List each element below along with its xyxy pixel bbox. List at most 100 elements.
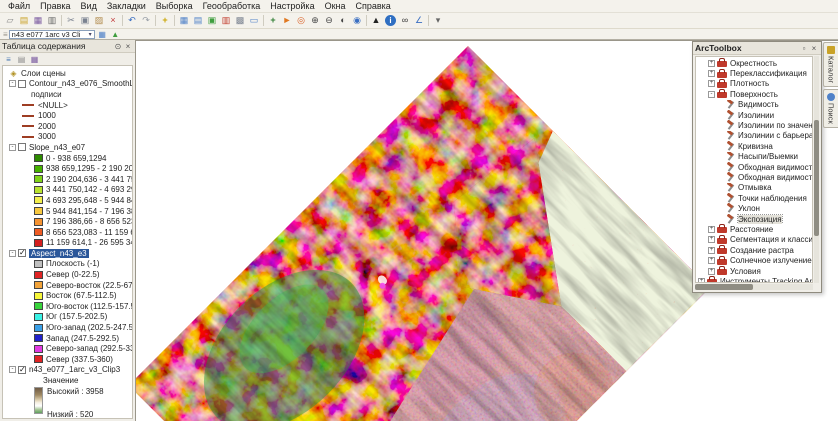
- collapse-icon[interactable]: -: [9, 366, 16, 373]
- atb-row-tool[interactable]: Кривизна: [696, 141, 812, 151]
- expand-icon[interactable]: +: [708, 247, 715, 254]
- identify-icon[interactable]: i: [385, 15, 396, 26]
- toc-row-aspect-class[interactable]: Восток (67.5-112.5): [3, 290, 132, 301]
- toc-row-contour-class[interactable]: 3000: [3, 132, 132, 143]
- atb-row-category[interactable]: -Поверхность: [696, 89, 812, 99]
- expand-icon[interactable]: +: [708, 268, 715, 275]
- color-chip[interactable]: [34, 186, 43, 194]
- menu-item-edit[interactable]: Правка: [35, 0, 75, 12]
- layer-checkbox[interactable]: [18, 80, 26, 88]
- layer-combo[interactable]: n43 e077 1arc v3 Cli ▾: [9, 30, 95, 39]
- toc-row-slope-class[interactable]: 7 196 386,66 - 8 656 523,082: [3, 216, 132, 227]
- modelbuilder-icon[interactable]: ▭: [247, 14, 261, 27]
- atb-row-tool[interactable]: Обходная видимость 2: [696, 172, 812, 182]
- catalog-window-icon[interactable]: ▤: [191, 14, 205, 27]
- atb-row-tool[interactable]: Обходная видимость: [696, 162, 812, 172]
- atb-row-tool-exposition[interactable]: Экспозиция: [696, 214, 812, 224]
- close-icon[interactable]: ×: [123, 41, 133, 51]
- atb-row-category[interactable]: +Плотность: [696, 79, 812, 89]
- list-by-drawing-order-icon[interactable]: ≡: [3, 55, 14, 64]
- toc-row-slope-class[interactable]: 5 944 841,154 - 7 196 386,659: [3, 206, 132, 217]
- select-elements-icon[interactable]: ▲: [369, 14, 383, 27]
- scrollbar-thumb[interactable]: [695, 284, 753, 290]
- collapse-icon[interactable]: -: [9, 80, 16, 87]
- line-symbol[interactable]: [22, 115, 34, 117]
- toc-row-aspect-class[interactable]: Юг (157.5-202.5): [3, 312, 132, 323]
- color-chip[interactable]: [34, 260, 43, 268]
- color-chip[interactable]: [34, 302, 43, 310]
- zoom-out-icon[interactable]: ⊖: [322, 14, 336, 27]
- color-chip[interactable]: [34, 239, 43, 247]
- new-document-icon[interactable]: ▱: [3, 14, 17, 27]
- search-window-icon[interactable]: ▣: [205, 14, 219, 27]
- editor-menu-icon[interactable]: ▲: [110, 30, 121, 39]
- line-symbol[interactable]: [22, 136, 34, 138]
- atb-row-toolbox[interactable]: +Инструменты Tracking Analyst: [696, 276, 812, 283]
- toc-row-aspect-class[interactable]: Юго-запад (202.5-247.5): [3, 322, 132, 333]
- atb-row-tool[interactable]: Уклон: [696, 203, 812, 213]
- collapse-icon[interactable]: -: [9, 144, 16, 151]
- expand-icon[interactable]: +: [708, 226, 715, 233]
- collapse-icon[interactable]: -: [708, 91, 715, 98]
- color-chip[interactable]: [34, 281, 43, 289]
- scrollbar-thumb[interactable]: [814, 120, 819, 236]
- undo-icon[interactable]: ↶: [125, 14, 139, 27]
- toc-row-contour-class[interactable]: 1000: [3, 110, 132, 121]
- print-icon[interactable]: ▥: [45, 14, 59, 27]
- toc-row-slope-class[interactable]: 938 659,1295 - 2 190 204,635: [3, 163, 132, 174]
- toc-window-icon[interactable]: ▦: [177, 14, 191, 27]
- expand-icon[interactable]: +: [708, 257, 715, 264]
- navigate-icon[interactable]: +: [266, 14, 280, 27]
- toc-row-aspect-class[interactable]: Северо-восток (22.5-67.5): [3, 280, 132, 291]
- atb-row-category[interactable]: +Создание растра: [696, 245, 812, 255]
- close-icon[interactable]: ×: [809, 43, 819, 53]
- toolbar-options-icon[interactable]: ▾: [431, 14, 445, 27]
- list-by-visibility-icon[interactable]: ▦: [29, 55, 40, 64]
- toc-row-aspect-layer[interactable]: -Aspect_n43_e3: [3, 248, 132, 259]
- center-target-icon[interactable]: ◎: [294, 14, 308, 27]
- expand-icon[interactable]: +: [708, 80, 715, 87]
- menu-item-geoprocessing[interactable]: Геообработка: [198, 0, 266, 12]
- color-chip[interactable]: [34, 165, 43, 173]
- color-chip[interactable]: [34, 218, 43, 226]
- toc-row-dem-layer[interactable]: -n43_e077_1arc_v3_Clip3: [3, 365, 132, 376]
- toc-row-scene-layers[interactable]: ◈Слои сцены: [3, 68, 132, 79]
- tab-catalog[interactable]: Каталог: [823, 42, 838, 87]
- toc-row-aspect-class[interactable]: Север (0-22.5): [3, 269, 132, 280]
- toc-row-slope-class[interactable]: 2 190 204,636 - 3 441 750,141: [3, 174, 132, 185]
- color-chip[interactable]: [34, 355, 43, 363]
- toc-row-slope-layer[interactable]: -Slope_n43_e07: [3, 142, 132, 153]
- toc-row-aspect-class[interactable]: Северо-запад (292.5-337.5): [3, 343, 132, 354]
- atb-row-tool[interactable]: Изолинии с барьерами: [696, 131, 812, 141]
- find-icon[interactable]: ∞: [398, 14, 412, 27]
- toc-row-slope-class[interactable]: 11 159 614,1 - 26 595 342: [3, 238, 132, 249]
- python-window-icon[interactable]: ▩: [233, 14, 247, 27]
- float-window-icon[interactable]: ▫: [799, 43, 809, 53]
- color-chip[interactable]: [34, 196, 43, 204]
- atb-row-category[interactable]: +Сегментация и классификаци: [696, 235, 812, 245]
- scene-viewport[interactable]: ArcToolbox ▫ × +Окрестность +Переклассиф…: [136, 40, 838, 421]
- elevation-ramp-bar[interactable]: [34, 387, 43, 414]
- color-chip[interactable]: [34, 207, 43, 215]
- copy-icon[interactable]: ▣: [78, 14, 92, 27]
- toc-row-contour-class[interactable]: <NULL>: [3, 100, 132, 111]
- layer-checkbox[interactable]: [18, 249, 26, 257]
- toc-row-contour-layer[interactable]: -Contour_n43_e076_SmoothLine2: [3, 79, 132, 90]
- measure-icon[interactable]: ∠: [412, 14, 426, 27]
- open-folder-icon[interactable]: ▤: [17, 14, 31, 27]
- zoom-in-icon[interactable]: ⊕: [308, 14, 322, 27]
- color-chip[interactable]: [34, 271, 43, 279]
- redo-icon[interactable]: ↷: [139, 14, 153, 27]
- atb-row-category[interactable]: +Расстояние: [696, 224, 812, 234]
- paste-icon[interactable]: ▨: [92, 14, 106, 27]
- toc-row-aspect-class[interactable]: Запад (247.5-292.5): [3, 333, 132, 344]
- line-symbol[interactable]: [22, 104, 34, 106]
- toc-row-aspect-class[interactable]: Юго-восток (112.5-157.5): [3, 301, 132, 312]
- expand-icon[interactable]: +: [708, 60, 715, 67]
- attribute-table-icon[interactable]: ▦: [97, 30, 108, 39]
- atb-row-tool[interactable]: Точки наблюдения: [696, 193, 812, 203]
- horizontal-scrollbar[interactable]: [695, 284, 813, 290]
- fly-icon[interactable]: ►: [280, 14, 294, 27]
- atb-row-category[interactable]: +Условия: [696, 266, 812, 276]
- color-chip[interactable]: [34, 345, 43, 353]
